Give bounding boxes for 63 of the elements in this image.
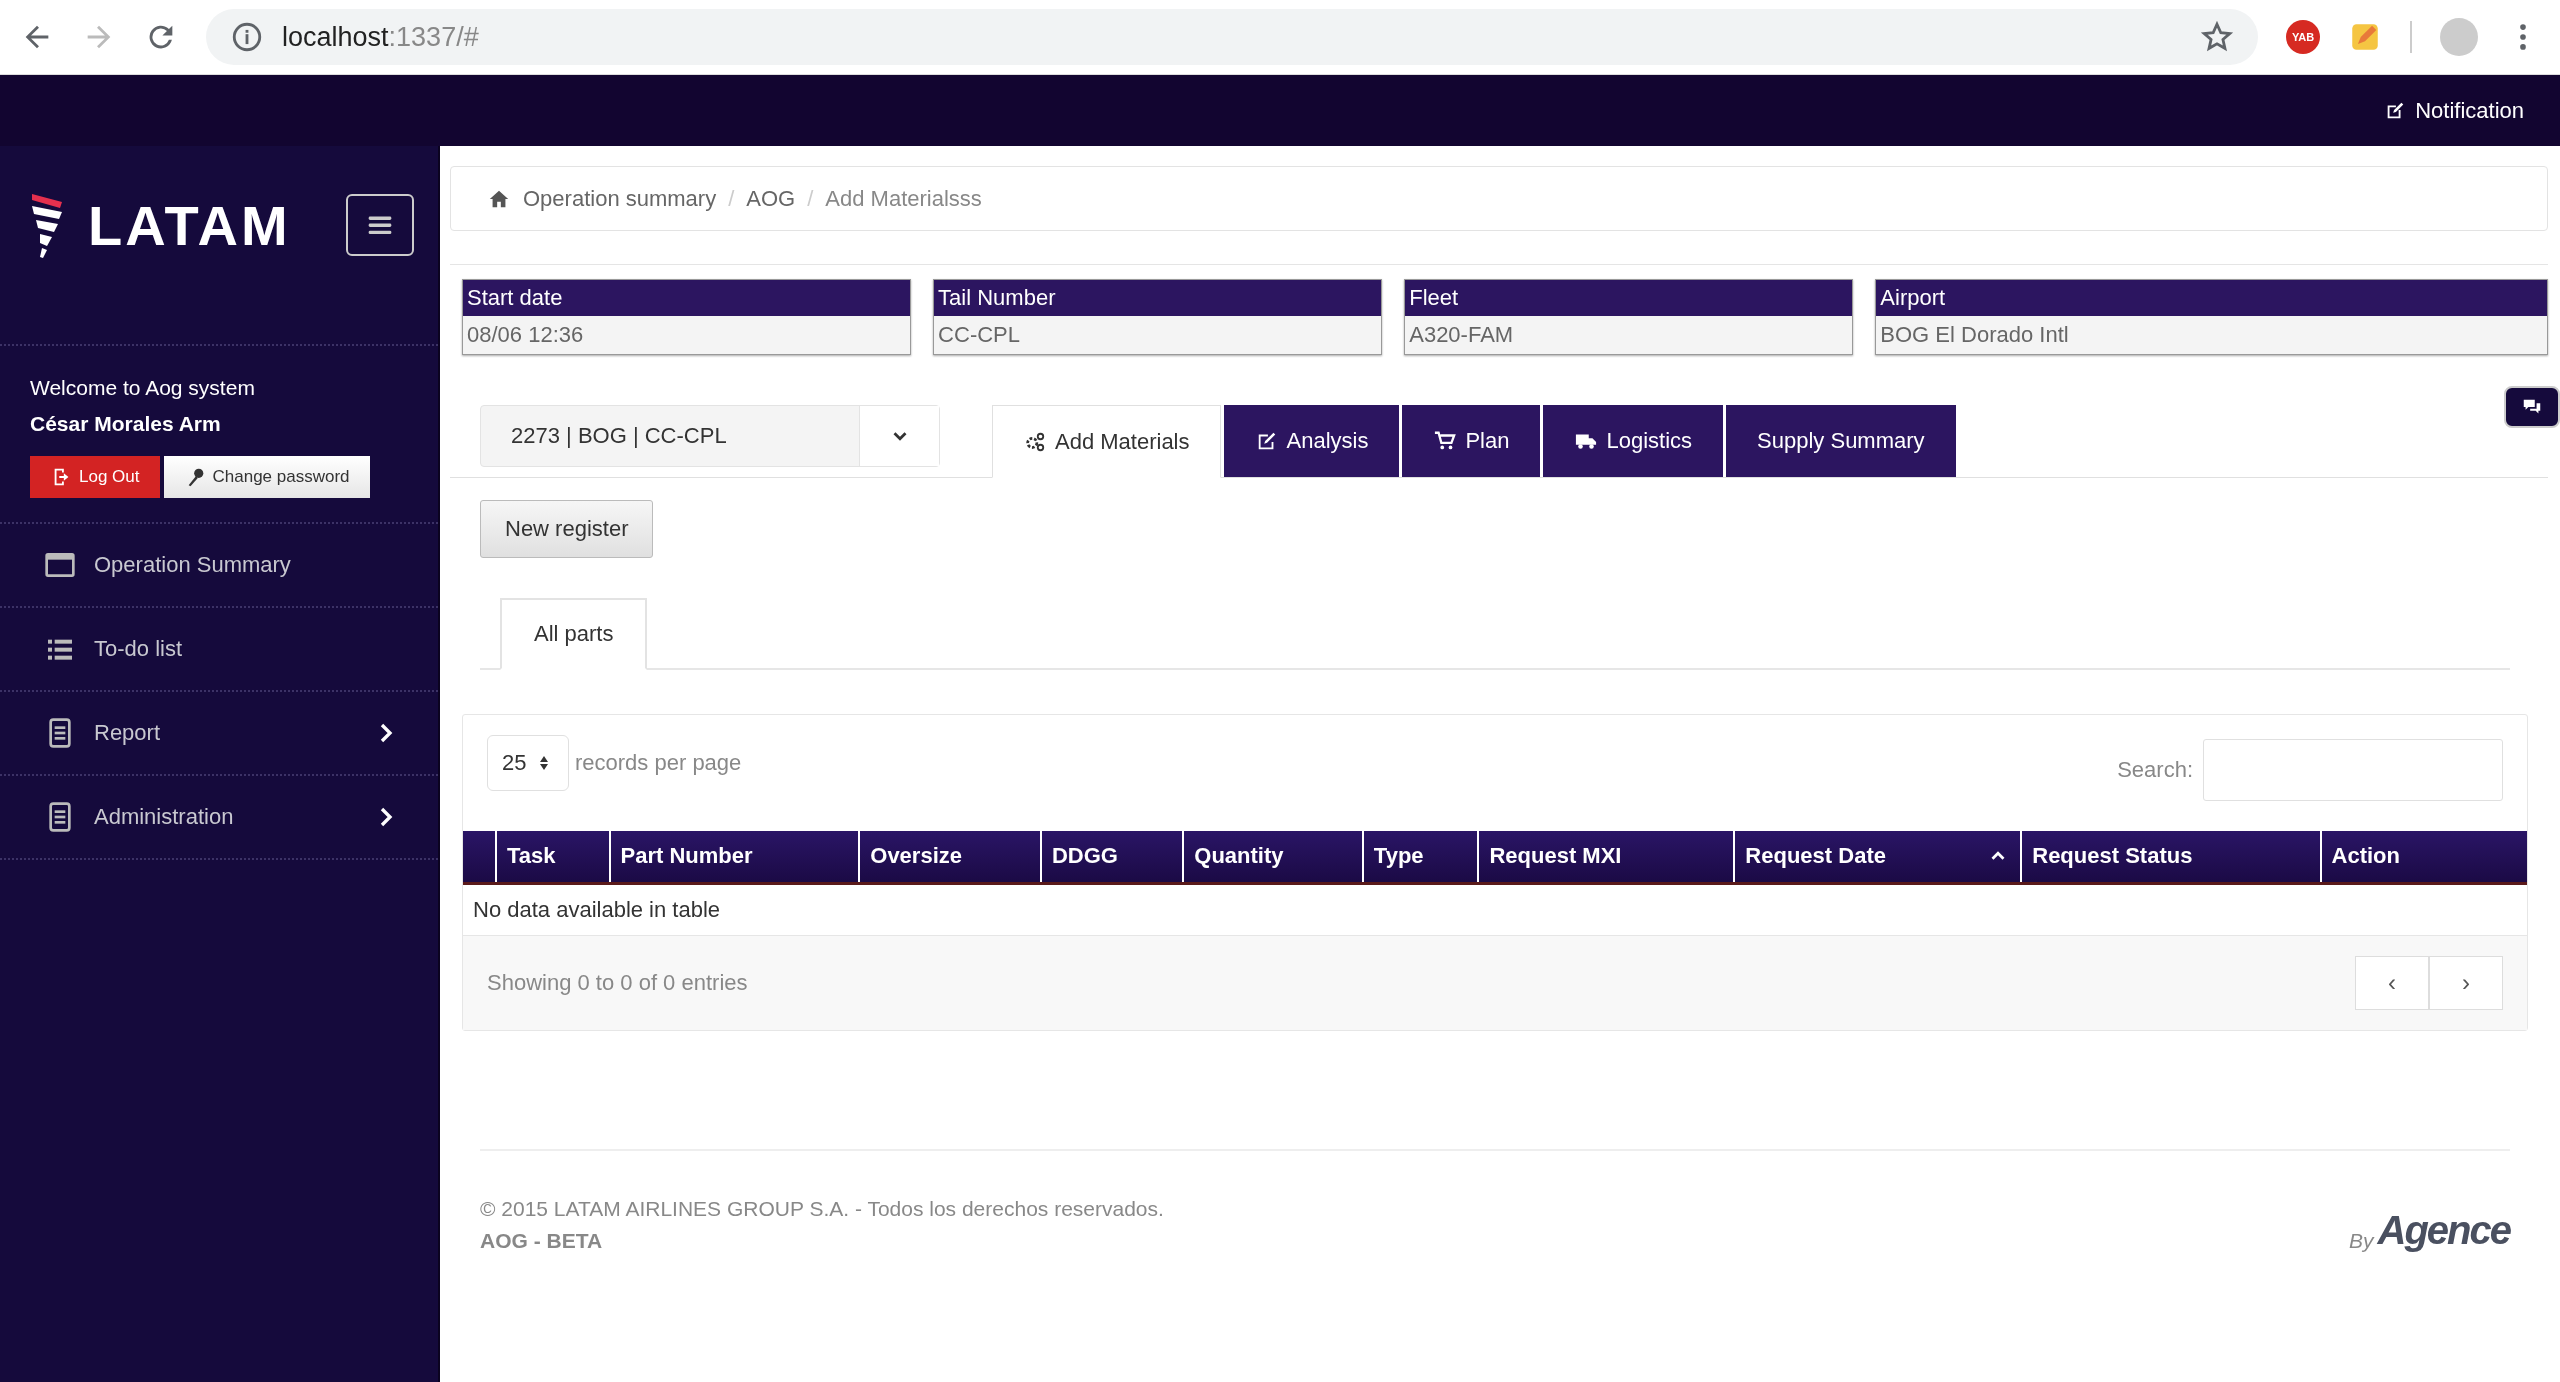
- version-text: AOG - BETA: [480, 1228, 604, 1253]
- breadcrumb-separator: /: [807, 185, 814, 212]
- url-text: localhost:1337/#: [282, 21, 479, 53]
- page-length-label: records per page: [575, 750, 743, 776]
- column-header[interactable]: DDGG: [1040, 831, 1184, 883]
- gears-icon: [1023, 430, 1047, 453]
- sidebar-item[interactable]: Operation Summary: [94, 552, 402, 578]
- cart-icon: [1433, 430, 1458, 452]
- sidebar-item[interactable]: Administration: [94, 804, 352, 830]
- tab[interactable]: Logistics: [1543, 405, 1724, 477]
- tab[interactable]: Plan: [1402, 405, 1541, 477]
- column-header[interactable]: Action: [2320, 831, 2527, 883]
- sort-arrows-icon: [540, 756, 549, 770]
- field-value: CC-CPL: [934, 316, 1382, 354]
- sidebar-item[interactable]: Report: [94, 720, 352, 746]
- breadcrumb-item: Add Materialsss: [825, 185, 982, 212]
- field-label: Fleet: [1405, 280, 1853, 316]
- tab[interactable]: Analysis: [1223, 405, 1400, 477]
- brand-name: LATAM: [88, 192, 292, 258]
- breadcrumb-item[interactable]: Operation summary: [523, 185, 717, 212]
- chat-button[interactable]: [2504, 386, 2560, 428]
- logout-button[interactable]: Log Out: [30, 456, 160, 498]
- copyright-text: © 2015 LATAM AIRLINES GROUP S.A. - Todos los derechos reservados.: [480, 1196, 1164, 1221]
- aog-select[interactable]: 2273 | BOG | CC-CPL: [480, 405, 940, 467]
- page-length-select[interactable]: 25: [487, 735, 569, 791]
- field-label: Airport: [1876, 280, 2547, 316]
- next-page-button[interactable]: ›: [2429, 955, 2503, 1010]
- new-register-button[interactable]: New register: [480, 500, 654, 558]
- column-header[interactable]: Task: [496, 831, 610, 883]
- tab[interactable]: Add Materials: [992, 405, 1221, 478]
- search-label: Search:: [2117, 757, 2193, 783]
- sidebar-item[interactable]: To-do list: [94, 636, 402, 662]
- field-label: Start date: [463, 280, 911, 316]
- extension-button[interactable]: YAB: [2286, 20, 2320, 54]
- info-icon[interactable]: [230, 20, 264, 54]
- column-header[interactable]: Request Status: [2021, 831, 2321, 883]
- empty-table-message: No data available in table: [463, 883, 2527, 935]
- user-name: César Morales Arm: [30, 412, 222, 436]
- column-header[interactable]: Quantity: [1183, 831, 1363, 883]
- menu-button[interactable]: [346, 194, 414, 256]
- field-value: BOG El Dorado Intl: [1876, 316, 2547, 354]
- breadcrumb-separator: /: [728, 185, 735, 212]
- star-icon[interactable]: [2200, 20, 2234, 54]
- column-header[interactable]: Part Number: [609, 831, 860, 883]
- table-info: Showing 0 to 0 of 0 entries: [487, 969, 748, 996]
- maker-logo: Agence: [2377, 1207, 2510, 1253]
- field-label: Tail Number: [934, 280, 1382, 316]
- welcome-text: Welcome to Aog system: [30, 376, 256, 400]
- by-text: By: [2349, 1228, 2374, 1253]
- tab[interactable]: Supply Summary: [1726, 405, 1956, 477]
- column-header[interactable]: Request MXI: [1478, 831, 1735, 883]
- table-header-cell: [463, 831, 496, 883]
- field-value: A320-FAM: [1405, 316, 1853, 354]
- field-value: 08/06 12:36: [463, 316, 911, 354]
- column-header[interactable]: Type: [1362, 831, 1479, 883]
- column-header[interactable]: Oversize: [859, 831, 1041, 883]
- notification-link[interactable]: Notification: [2383, 97, 2524, 124]
- change-password-button[interactable]: Change password: [163, 456, 370, 498]
- tab[interactable]: All parts: [500, 598, 648, 670]
- address-bar[interactable]: localhost:1337/#: [206, 9, 2258, 65]
- breadcrumb-item[interactable]: AOG: [746, 185, 796, 212]
- search-field[interactable]: [2203, 739, 2503, 801]
- previous-page-button[interactable]: ‹: [2355, 955, 2429, 1010]
